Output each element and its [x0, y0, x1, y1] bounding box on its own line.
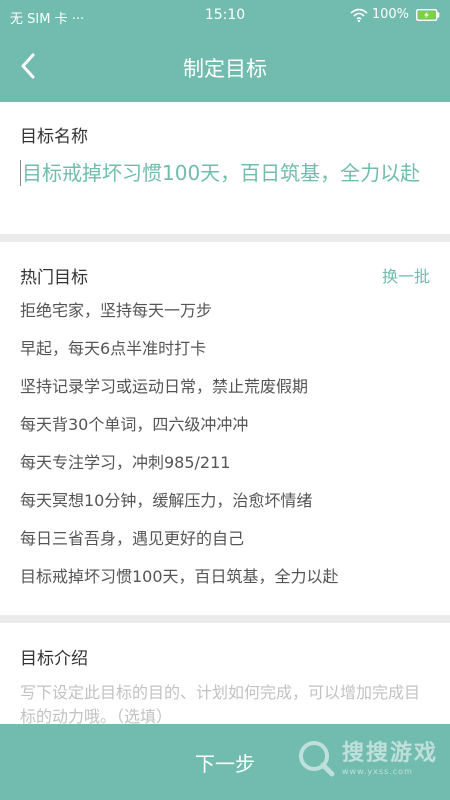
hot-goal-item[interactable]: 每日三省吾身，遇见更好的自己	[20, 528, 430, 566]
goal-name-input[interactable]: 目标戒掉坏习惯100天，百日筑基，全力以赴	[20, 160, 432, 186]
intro-label: 目标介绍	[20, 649, 88, 669]
goal-name-section: 目标名称 目标戒掉坏习惯100天，百日筑基，全力以赴	[0, 102, 450, 234]
status-right: 100%	[350, 7, 440, 22]
next-step-label: 下一步	[195, 751, 255, 776]
title-bar: 制定目标	[0, 32, 450, 102]
status-bar: 无 SIM 卡 ··· 15:10 100%	[0, 0, 450, 32]
watermark: 搜搜游戏 www.yxss.com	[296, 738, 438, 778]
hot-goal-item[interactable]: 每天专注学习，冲刺985/211	[20, 452, 430, 490]
hot-goal-item[interactable]: 每天冥想10分钟，缓解压力，治愈坏情绪	[20, 490, 430, 528]
intro-input[interactable]: 写下设定此目标的目的、计划如何完成，可以增加完成目标的动力哦。（选填）	[20, 681, 430, 729]
wifi-icon	[350, 8, 368, 22]
hot-goals-section: 热门目标 换一批 拒绝宅家，坚持每天一万步 早起，每天6点半准时打卡 坚持记录学…	[0, 242, 450, 615]
search-logo-icon	[298, 741, 335, 777]
goal-name-label: 目标名称	[20, 127, 88, 147]
hot-goal-item[interactable]: 每天背30个单词，四六级冲冲冲	[20, 414, 430, 452]
hot-goals-label: 热门目标	[20, 268, 88, 288]
watermark-url: www.yxss.com	[341, 766, 413, 776]
page-title: 制定目标	[183, 57, 267, 81]
watermark-text: 搜搜游戏	[341, 740, 438, 766]
battery-charging-icon	[416, 8, 440, 21]
hot-goal-item[interactable]: 目标戒掉坏习惯100天，百日筑基，全力以赴	[20, 566, 430, 604]
battery-percent: 100%	[371, 7, 409, 22]
hot-goal-item[interactable]: 早起，每天6点半准时打卡	[20, 338, 430, 376]
hot-goal-item[interactable]: 坚持记录学习或运动日常，禁止荒废假期	[20, 376, 430, 414]
hot-goal-item[interactable]: 拒绝宅家，坚持每天一万步	[20, 300, 430, 338]
hot-goals-list: 拒绝宅家，坚持每天一万步 早起，每天6点半准时打卡 坚持记录学习或运动日常，禁止…	[20, 300, 430, 604]
refresh-button[interactable]: 换一批	[382, 263, 430, 287]
